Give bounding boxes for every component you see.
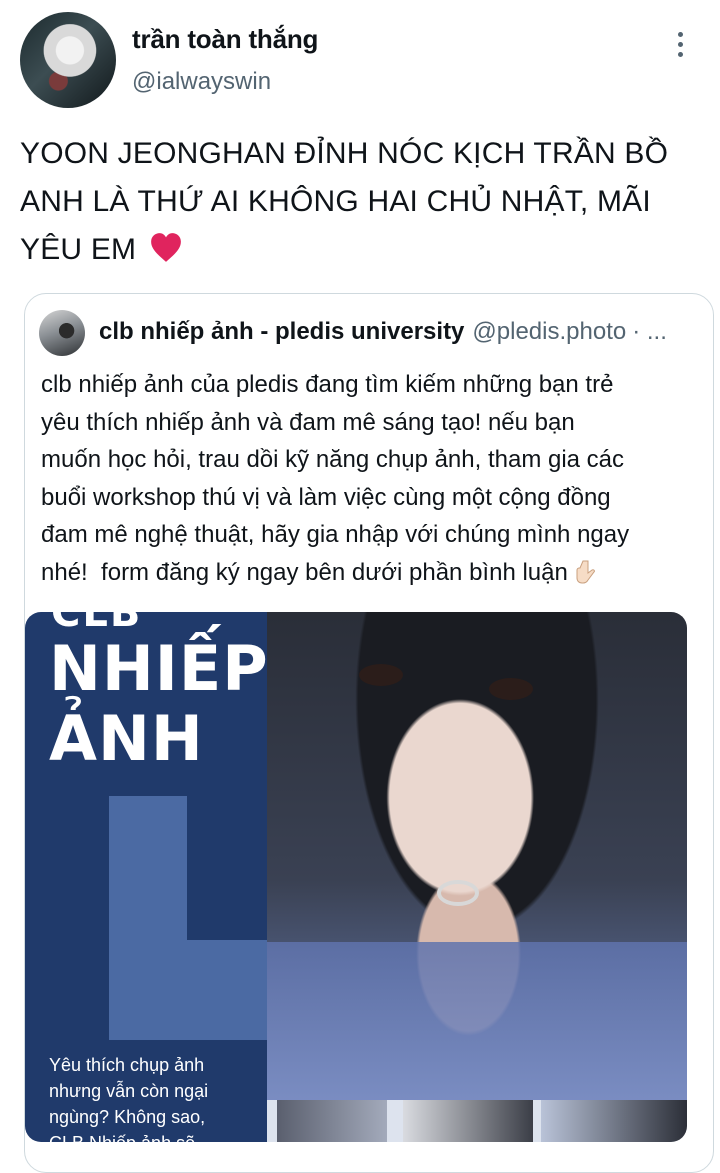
portrait-eye [359, 664, 403, 686]
photo-thumbnails [267, 1100, 687, 1142]
heart-emoji-icon [150, 233, 181, 262]
poster-panel: CLB NHIẾP ẢNH Yêu thích chụp ảnh nhưng v… [25, 612, 267, 1142]
quoted-author-handle[interactable]: @pledis.photo [472, 318, 626, 345]
tweet-text: YOON JEONGHAN ĐỈNH NÓC KỊCH TRẦN BỒ ANH … [20, 130, 700, 274]
pointing-down-emoji-icon [576, 560, 595, 583]
portrait-jacket [267, 942, 687, 1100]
quoted-tweet-body: clb nhiếp ảnh của pledis đang tìm kiếm n… [41, 371, 630, 586]
portrait-photo [267, 612, 687, 1100]
thumbnail-photo [403, 1100, 533, 1142]
author-name[interactable]: trần toàn thắng [132, 24, 318, 55]
more-options-icon[interactable] [664, 28, 696, 60]
thumbnail-photo [541, 1100, 687, 1142]
quoted-separator: · ... [632, 318, 667, 345]
portrait-ring [437, 880, 479, 906]
author-handle[interactable]: @ialwayswin [132, 68, 271, 96]
portrait-eye [489, 678, 533, 700]
thumbnail-photo [277, 1100, 387, 1142]
quoted-author-name[interactable]: clb nhiếp ảnh - pledis university [99, 318, 464, 345]
quoted-tweet[interactable]: clb nhiếp ảnh - pledis university @pledis… [24, 293, 714, 1173]
quoted-tweet-header: clb nhiếp ảnh - pledis university @pledis… [99, 318, 699, 346]
quoted-media-image[interactable]: CLB NHIẾP ẢNH Yêu thích chụp ảnh nhưng v… [25, 612, 687, 1142]
tweet-text-body: YOON JEONGHAN ĐỈNH NÓC KỊCH TRẦN BỒ ANH … [20, 137, 669, 266]
tweet-header: trần toàn thắng @ialwayswin [0, 0, 720, 115]
quoted-author-avatar[interactable] [39, 310, 85, 356]
poster-shape [109, 940, 267, 1040]
poster-title: NHIẾP ẢNH [49, 632, 267, 775]
poster-caption: Yêu thích chụp ảnh nhưng vẫn còn ngại ng… [49, 1055, 209, 1142]
author-avatar[interactable] [20, 12, 116, 108]
quoted-tweet-text: clb nhiếp ảnh của pledis đang tìm kiếm n… [41, 366, 701, 591]
